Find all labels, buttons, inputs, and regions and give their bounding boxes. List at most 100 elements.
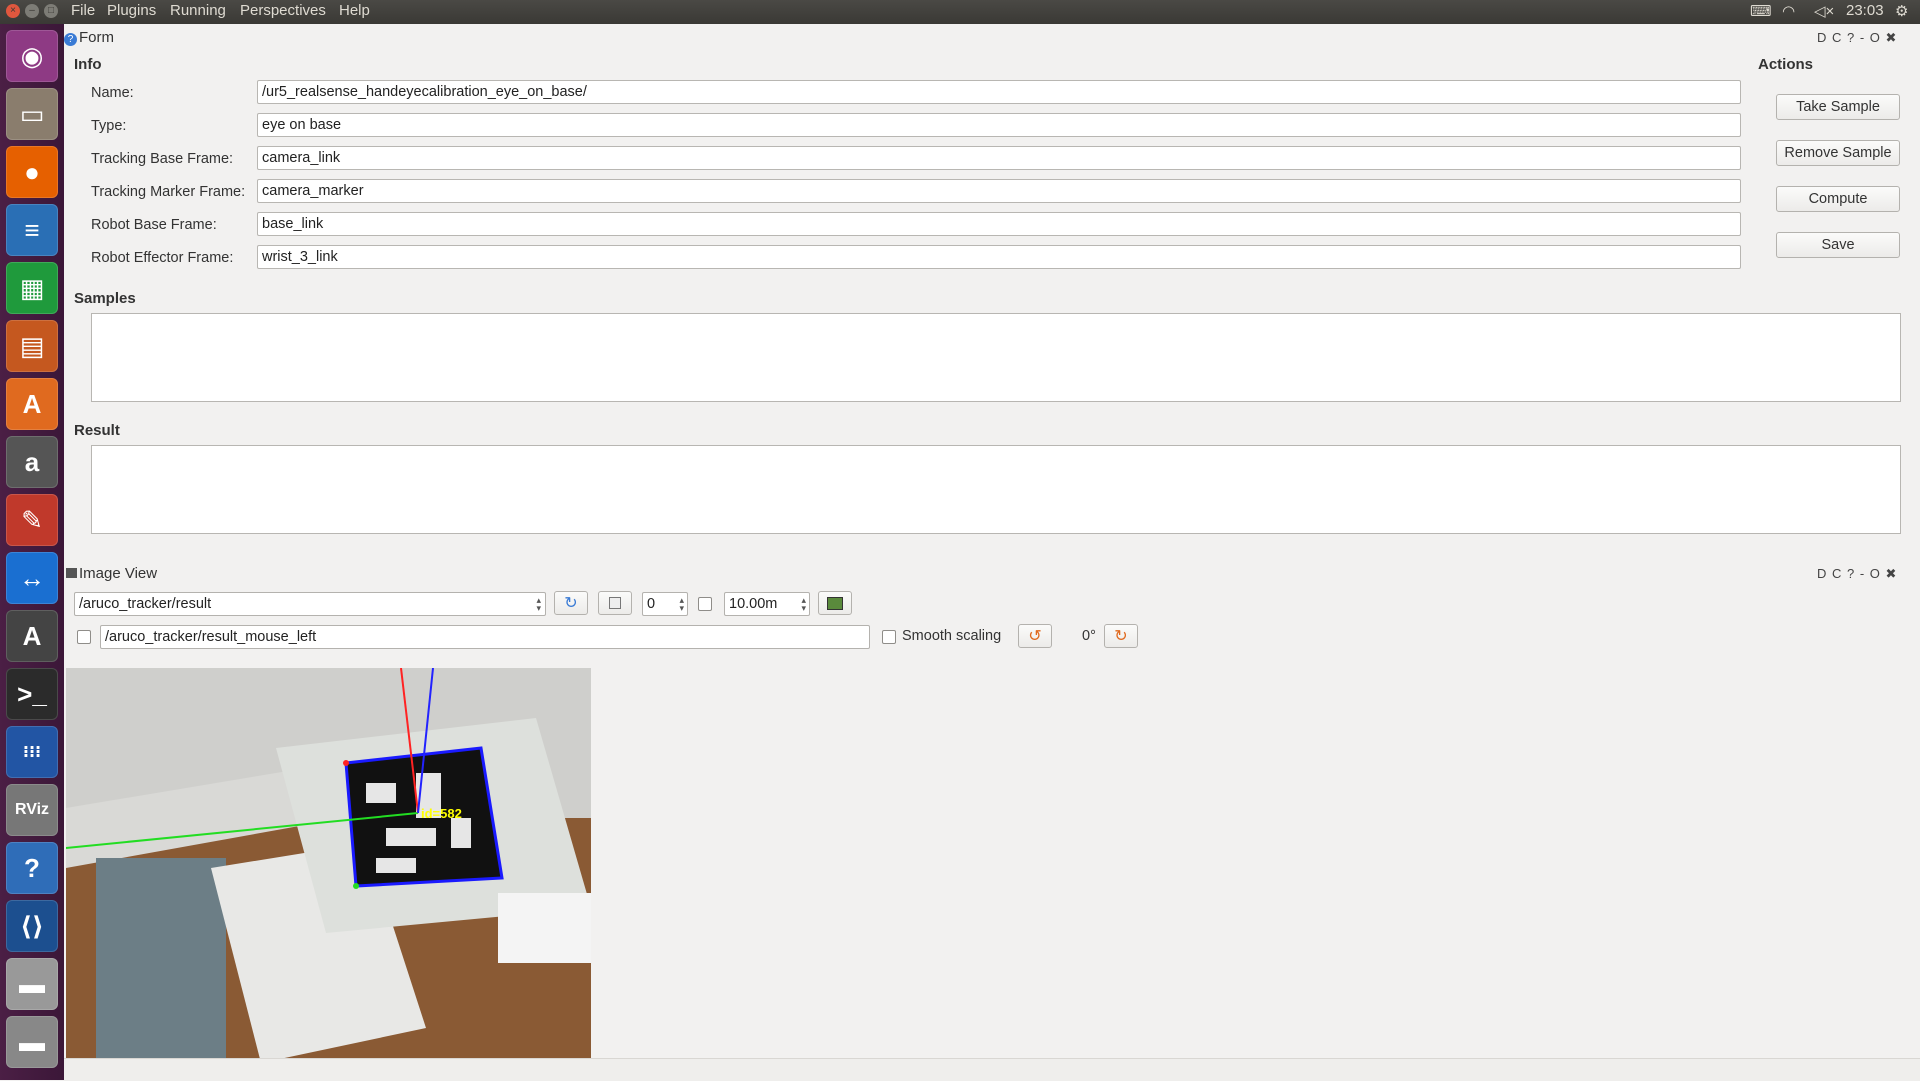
remove-sample-button[interactable]: Remove Sample	[1776, 140, 1900, 166]
help-icon: ?	[64, 33, 77, 46]
smooth-scaling-label: Smooth scaling	[902, 628, 1002, 644]
marker-cell	[376, 858, 416, 873]
name-label: Name:	[91, 85, 134, 101]
files-icon[interactable]: ▭	[6, 88, 58, 140]
spin-box[interactable]: 0 ▴ ▾	[642, 592, 688, 616]
marker-cell	[366, 783, 396, 803]
result-section-label: Result	[74, 422, 120, 439]
type-field[interactable]: eye on base	[257, 113, 1741, 137]
robot-effector-frame-label: Robot Effector Frame:	[91, 250, 234, 266]
window-minimize-button[interactable]: –	[25, 4, 39, 18]
window-maximize-button[interactable]: □	[44, 4, 58, 18]
volume-muted-icon[interactable]: ◁×	[1814, 2, 1834, 20]
save-image-button[interactable]	[818, 591, 852, 615]
max-distance-value: 10.00m	[729, 596, 778, 612]
impress-icon[interactable]: ▤	[6, 320, 58, 372]
image-view-dock-title: Image View	[66, 565, 157, 582]
zoom-1-button[interactable]	[598, 591, 632, 615]
compute-button[interactable]: Compute	[1776, 186, 1900, 212]
distance-arrows-icon: ▴ ▾	[801, 595, 806, 613]
tracking-marker-frame-label: Tracking Marker Frame:	[91, 184, 246, 200]
image-view-dock-controls[interactable]: D C ? - O ✖	[1817, 566, 1897, 582]
calc-icon[interactable]: ▦	[6, 262, 58, 314]
help-icon[interactable]: ?	[6, 842, 58, 894]
spin-value: 0	[647, 596, 656, 612]
software-center-icon[interactable]: A	[6, 378, 58, 430]
menu-running[interactable]: Running	[170, 2, 226, 19]
launcher: ◉ ▭ ● ≡ ▦ ▤ Aa ✎ ↔ A >_ ⁝⁝⁝ RViz? ⟨⟩ ▬ ▬	[0, 24, 64, 1080]
marker-cell	[386, 828, 436, 846]
samples-section-label: Samples	[74, 290, 136, 307]
terminal-icon[interactable]: >_	[6, 668, 58, 720]
removable-disk-icon[interactable]: ▬	[6, 1016, 58, 1068]
tracking-marker-frame-field[interactable]: camera_marker	[257, 179, 1741, 203]
image-view-icon	[66, 568, 77, 578]
settings-gear-icon[interactable]: ⚙	[1895, 2, 1908, 20]
keyboard-icon[interactable]: ⌨	[1750, 2, 1772, 20]
combo-arrows-icon: ▴ ▾	[536, 595, 541, 613]
writer-icon[interactable]: ≡	[6, 204, 58, 256]
rqt-main-window: ? Form D C ? - O ✖ Info Actions Name: /ur…	[64, 24, 1920, 1081]
publish-mouse-checkbox[interactable]	[77, 630, 91, 644]
tracking-base-frame-label: Tracking Base Frame:	[91, 151, 234, 167]
rviz-icon[interactable]: RViz	[6, 784, 58, 836]
close-icon: ×	[10, 5, 16, 16]
form-dock-controls[interactable]: D C ? - O ✖	[1817, 30, 1897, 46]
maximize-icon: □	[47, 5, 55, 16]
marker-corner	[343, 760, 349, 766]
firefox-icon[interactable]: ●	[6, 146, 58, 198]
rotation-label: 0°	[1082, 628, 1096, 644]
amazon-icon[interactable]: a	[6, 436, 58, 488]
mouse-topic-field[interactable]: /aruco_tracker/result_mouse_left	[100, 625, 870, 649]
topic-combobox[interactable]: /aruco_tracker/result ▴ ▾	[74, 592, 546, 616]
max-distance-spinbox[interactable]: 10.00m ▴ ▾	[724, 592, 810, 616]
wifi-icon[interactable]: ◠	[1782, 2, 1795, 20]
dynamic-range-checkbox[interactable]	[698, 597, 712, 611]
app-grid-icon[interactable]: ⁝⁝⁝	[6, 726, 58, 778]
rotate-right-button[interactable]: ↻	[1104, 624, 1138, 648]
marker-corner	[353, 883, 359, 889]
refresh-icon: ↻	[564, 595, 578, 612]
camera-image-svg: id=582	[66, 668, 591, 1058]
ubuntu-dash-icon[interactable]: ◉	[6, 30, 58, 82]
actions-section-label: Actions	[1758, 56, 1814, 73]
clock[interactable]: 23:03	[1846, 2, 1884, 19]
take-sample-button[interactable]: Take Sample	[1776, 94, 1900, 120]
system-settings-icon[interactable]: ✎	[6, 494, 58, 546]
menu-help[interactable]: Help	[339, 2, 370, 19]
vscode-icon[interactable]: ⟨⟩	[6, 900, 58, 952]
window-close-button[interactable]: ×	[6, 4, 20, 18]
marker-id-label: id=582	[421, 806, 462, 821]
name-field[interactable]: /ur5_realsense_handeyecalibration_eye_on…	[257, 80, 1741, 104]
info-section-label: Info	[74, 56, 102, 73]
menu-perspectives[interactable]: Perspectives	[240, 2, 326, 19]
type-label: Type:	[91, 118, 127, 134]
device-box	[498, 893, 591, 963]
save-button[interactable]: Save	[1776, 232, 1900, 258]
smooth-scaling-checkbox[interactable]	[882, 630, 896, 644]
zoom-icon	[609, 597, 621, 609]
robot-base-frame-label: Robot Base Frame:	[91, 217, 217, 233]
menu-file[interactable]: File	[71, 2, 95, 19]
rotate-left-button[interactable]: ↺	[1018, 624, 1052, 648]
status-bar	[64, 1058, 1920, 1081]
spin-arrows-icon: ▴ ▾	[679, 595, 684, 613]
result-text[interactable]	[91, 445, 1901, 534]
camera-image[interactable]: id=582	[66, 668, 591, 1058]
rotate-right-icon: ↻	[1114, 628, 1128, 645]
form-dock-title: ? Form	[64, 29, 114, 46]
robot-arm	[96, 858, 226, 1058]
top-menu-bar: × – □ File Plugins Running Perspectives …	[0, 0, 1920, 24]
samples-list[interactable]	[91, 313, 1901, 402]
robot-effector-frame-field[interactable]: wrist_3_link	[257, 245, 1741, 269]
minimize-icon: –	[29, 5, 35, 16]
teamviewer-icon[interactable]: ↔	[6, 552, 58, 604]
menu-plugins[interactable]: Plugins	[107, 2, 156, 19]
refresh-topics-button[interactable]: ↻	[554, 591, 588, 615]
topic-value: /aruco_tracker/result	[79, 596, 212, 612]
rotate-left-icon: ↺	[1028, 628, 1042, 645]
disk-icon[interactable]: ▬	[6, 958, 58, 1010]
robot-base-frame-field[interactable]: base_link	[257, 212, 1741, 236]
software-updater-icon[interactable]: A	[6, 610, 58, 662]
tracking-base-frame-field[interactable]: camera_link	[257, 146, 1741, 170]
